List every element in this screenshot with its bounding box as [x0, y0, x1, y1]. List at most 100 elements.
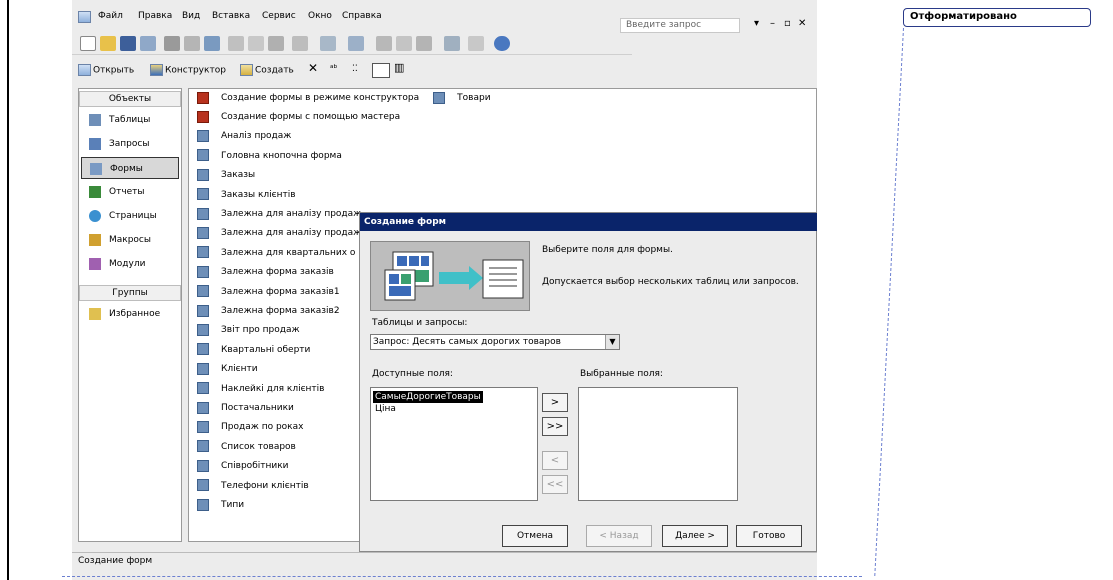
- groups-item-favorites[interactable]: Избранное: [81, 303, 179, 325]
- office-links-icon[interactable]: [320, 36, 336, 51]
- close-icon[interactable]: ✕: [798, 18, 806, 29]
- list-item[interactable]: Ціна: [373, 403, 398, 415]
- list-item[interactable]: Квартальні оберти: [197, 341, 310, 360]
- cancel-button[interactable]: Отмена: [502, 525, 568, 547]
- save-icon[interactable]: [120, 36, 136, 51]
- available-fields-list[interactable]: СамыеДорогиеТовары Ціна: [370, 387, 538, 501]
- next-button[interactable]: Далее >: [662, 525, 728, 547]
- delete-icon[interactable]: ✕: [308, 61, 318, 75]
- help-icon[interactable]: [494, 36, 510, 51]
- object-menu-icon[interactable]: [468, 36, 484, 51]
- list-view-icon[interactable]: [372, 63, 390, 78]
- macro-icon: [89, 234, 101, 246]
- cut-icon[interactable]: [228, 36, 244, 51]
- list-item[interactable]: Типи: [197, 496, 244, 515]
- move-one-button[interactable]: >: [542, 393, 568, 412]
- list-item[interactable]: Продаж по роках: [197, 418, 303, 437]
- comment-connector: [874, 28, 904, 576]
- list-item[interactable]: Залежна форма заказів2: [197, 302, 340, 321]
- list-item[interactable]: Телефони клієнтів: [197, 477, 309, 496]
- form-icon: [90, 163, 102, 175]
- form-icon: [197, 420, 209, 433]
- tables-queries-select[interactable]: Запрос: Десять самых дорогих товаров ▼: [370, 334, 620, 350]
- list-item[interactable]: Список товаров: [197, 438, 296, 457]
- paste-icon[interactable]: [268, 36, 284, 51]
- groups-header[interactable]: Группы: [79, 285, 181, 301]
- minimize-icon[interactable]: –: [770, 18, 775, 29]
- copy-icon[interactable]: [248, 36, 264, 51]
- menu-window[interactable]: Окно: [308, 11, 332, 21]
- available-fields-label: Доступные поля:: [372, 369, 453, 379]
- search-icon[interactable]: [140, 36, 156, 51]
- list-item-label: Заказы: [221, 170, 256, 181]
- details-view-icon[interactable]: ▥: [394, 61, 404, 74]
- objects-item-modules[interactable]: Модули: [81, 253, 179, 275]
- undo-icon[interactable]: [292, 36, 308, 51]
- print-icon[interactable]: [164, 36, 180, 51]
- list-item[interactable]: Наклейкі для клієнтів: [197, 380, 324, 399]
- list-item[interactable]: Співробітники: [197, 457, 289, 476]
- menu-help[interactable]: Справка: [342, 11, 382, 21]
- objects-item-forms[interactable]: Формы: [81, 157, 179, 179]
- selected-fields-list[interactable]: [578, 387, 738, 501]
- new-icon[interactable]: [80, 36, 96, 51]
- objects-item-macros[interactable]: Макросы: [81, 229, 179, 251]
- properties-icon[interactable]: [396, 36, 412, 51]
- menu-file[interactable]: Файл: [98, 11, 123, 21]
- list-item[interactable]: Создание формы в режиме конструктора Това…: [197, 89, 491, 108]
- relationships-icon[interactable]: [416, 36, 432, 51]
- dropdown-arrow-icon[interactable]: ▾: [754, 18, 759, 29]
- hint-multiple: Допускается выбор нескольких таблиц или …: [542, 277, 799, 287]
- menu-edit[interactable]: Правка: [138, 11, 172, 21]
- form-icon: [197, 265, 209, 278]
- analyze-icon[interactable]: [348, 36, 364, 51]
- small-icons-icon[interactable]: ⁚⁚: [352, 64, 358, 74]
- objects-item-pages[interactable]: Страницы: [81, 205, 179, 227]
- list-item[interactable]: СамыеДорогиеТовары: [373, 391, 483, 403]
- list-item[interactable]: Клієнти: [197, 360, 258, 379]
- menu-insert[interactable]: Вставка: [212, 11, 250, 21]
- list-item-label: Клієнти: [221, 364, 258, 375]
- open-folder-icon[interactable]: [100, 36, 116, 51]
- restore-icon[interactable]: ▫: [784, 18, 791, 29]
- remove-all-button[interactable]: <<: [542, 475, 568, 494]
- create-button[interactable]: Создать: [240, 64, 294, 76]
- list-item[interactable]: Звіт про продаж: [197, 321, 300, 340]
- list-item[interactable]: Залежна для аналізу продаж: [197, 205, 361, 224]
- list-item[interactable]: Головна кнопочна форма: [197, 147, 342, 166]
- finish-button[interactable]: Готово: [736, 525, 802, 547]
- list-item[interactable]: Залежна форма заказів1: [197, 283, 340, 302]
- back-button[interactable]: < Назад: [586, 525, 652, 547]
- chevron-down-icon[interactable]: ▼: [605, 335, 619, 349]
- objects-item-reports[interactable]: Отчеты: [81, 181, 179, 203]
- list-item[interactable]: Аналіз продаж: [197, 127, 291, 146]
- form-wizard-dialog: Создание форм Выберите поля для формы. Д…: [359, 212, 817, 552]
- new-object-icon[interactable]: [444, 36, 460, 51]
- objects-header[interactable]: Объекты: [79, 91, 181, 107]
- access-window: Файл Правка Вид Вставка Сервис Окно Спра…: [72, 0, 817, 580]
- large-icons-icon[interactable]: ᵃᵇ: [330, 64, 337, 74]
- list-item[interactable]: Залежна для аналізу продаж: [197, 224, 361, 243]
- objects-item-queries[interactable]: Запросы: [81, 133, 179, 155]
- list-item[interactable]: Залежна для квартальних о: [197, 244, 355, 263]
- list-item-label: Телефони клієнтів: [221, 480, 309, 491]
- list-item[interactable]: Заказы: [197, 166, 255, 185]
- list-item-label: Залежна форма заказів2: [221, 306, 340, 316]
- remove-one-button[interactable]: <: [542, 451, 568, 470]
- list-item[interactable]: Постачальники: [197, 399, 294, 418]
- preview-icon[interactable]: [184, 36, 200, 51]
- spelling-icon[interactable]: [204, 36, 220, 51]
- list-item[interactable]: Залежна форма заказів: [197, 263, 334, 282]
- menu-view[interactable]: Вид: [182, 11, 200, 21]
- form-icon: [197, 149, 209, 162]
- ask-question-input[interactable]: Введите запрос: [620, 18, 740, 33]
- open-button[interactable]: Открыть: [78, 64, 134, 76]
- move-all-button[interactable]: >>: [542, 417, 568, 436]
- design-button[interactable]: Конструктор: [150, 64, 226, 76]
- list-item[interactable]: Создание формы с помощью мастера: [197, 108, 400, 127]
- menu-service[interactable]: Сервис: [262, 11, 296, 21]
- code-icon[interactable]: [376, 36, 392, 51]
- standard-toolbar: [72, 33, 632, 55]
- objects-item-tables[interactable]: Таблицы: [81, 109, 179, 131]
- list-item[interactable]: Заказы клієнтів: [197, 186, 296, 205]
